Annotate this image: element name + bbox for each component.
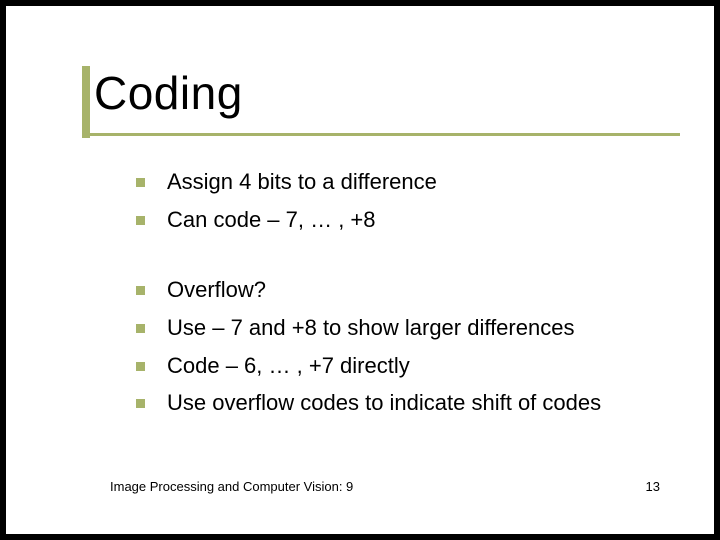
- list-text: Code – 6, … , +7 directly: [167, 350, 686, 382]
- square-bullet-icon: [136, 286, 145, 295]
- slide-title: Coding: [94, 66, 243, 120]
- list-item: Use overflow codes to indicate shift of …: [136, 387, 686, 419]
- list-text: Assign 4 bits to a difference: [167, 166, 686, 198]
- title-accent-bar: [82, 66, 90, 138]
- square-bullet-icon: [136, 324, 145, 333]
- square-bullet-icon: [136, 216, 145, 225]
- bullet-group-2: Overflow? Use – 7 and +8 to show larger …: [136, 274, 686, 420]
- list-text: Use overflow codes to indicate shift of …: [167, 387, 686, 419]
- page-number: 13: [646, 479, 660, 494]
- bullet-group-1: Assign 4 bits to a difference Can code –…: [136, 166, 686, 236]
- list-item: Use – 7 and +8 to show larger difference…: [136, 312, 686, 344]
- slide: Coding Assign 4 bits to a difference Can…: [6, 6, 714, 534]
- list-item: Code – 6, … , +7 directly: [136, 350, 686, 382]
- list-text: Use – 7 and +8 to show larger difference…: [167, 312, 686, 344]
- list-text: Can code – 7, … , +8: [167, 204, 686, 236]
- square-bullet-icon: [136, 362, 145, 371]
- footer-left: Image Processing and Computer Vision: 9: [110, 479, 353, 494]
- square-bullet-icon: [136, 178, 145, 187]
- list-item: Can code – 7, … , +8: [136, 204, 686, 236]
- title-wrap: Coding: [94, 66, 243, 120]
- list-item: Overflow?: [136, 274, 686, 306]
- title-underline: [84, 133, 680, 136]
- square-bullet-icon: [136, 399, 145, 408]
- list-text: Overflow?: [167, 274, 686, 306]
- slide-body: Assign 4 bits to a difference Can code –…: [136, 166, 686, 457]
- list-item: Assign 4 bits to a difference: [136, 166, 686, 198]
